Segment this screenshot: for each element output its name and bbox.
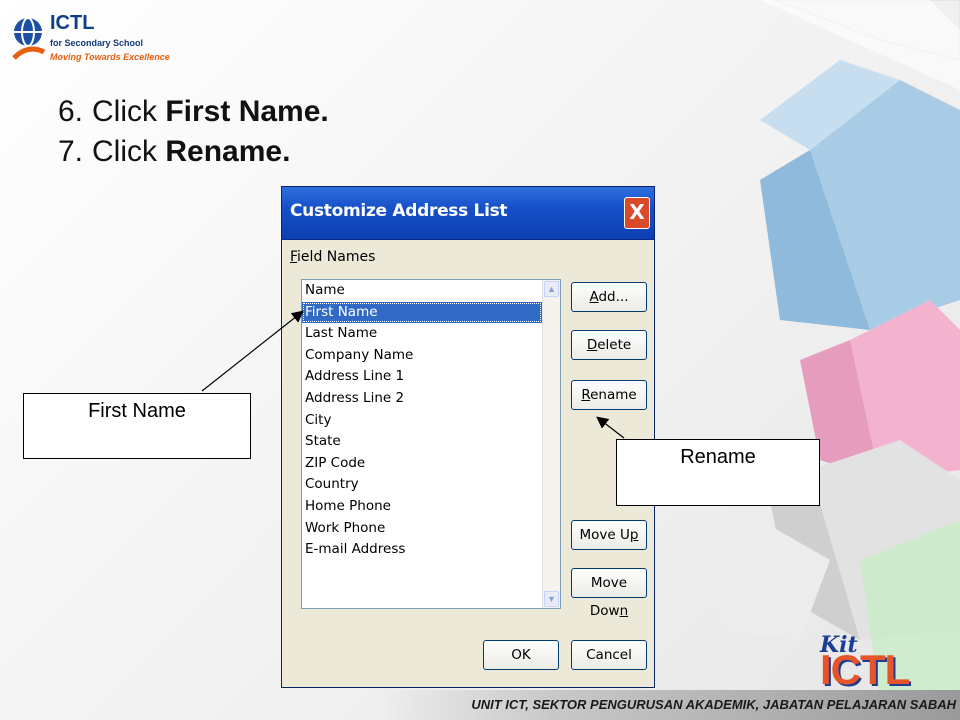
list-item[interactable]: Address Line 1: [302, 366, 542, 388]
step-prefix: Click: [92, 95, 166, 128]
logo-subtitle: for Secondary School: [50, 38, 144, 48]
scroll-up-button[interactable]: ▲: [544, 281, 559, 297]
list-item[interactable]: Address Line 2: [302, 388, 542, 410]
step-number: 7.: [58, 135, 84, 168]
first-name-callout: First Name: [23, 393, 251, 459]
kit-ictl-logo: Kit ICTL: [820, 632, 940, 693]
step-6: 6. Click First Name.: [58, 92, 329, 132]
move-down-button[interactable]: Move Down: [571, 568, 647, 619]
add-rest: dd...: [598, 289, 629, 305]
step-7: 7. Click Rename.: [58, 132, 329, 172]
list-item[interactable]: Name: [302, 280, 542, 302]
list-item[interactable]: Home Phone: [302, 496, 542, 518]
dialog-title: Customize Address List: [290, 201, 508, 221]
step-number: 6.: [58, 95, 84, 128]
instruction-steps: 6. Click First Name. 7. Click Rename.: [58, 92, 329, 172]
move-up-button[interactable]: Move Up: [571, 520, 647, 550]
list-item[interactable]: State: [302, 431, 542, 453]
rename-accel: R: [581, 387, 591, 403]
field-names-list: Name First Name Last Name Company Name Addre…: [302, 280, 542, 608]
ictl-word: ICTL: [820, 646, 910, 693]
list-item[interactable]: Work Phone: [302, 518, 542, 540]
list-item[interactable]: E-mail Address: [302, 539, 542, 561]
field-names-listbox[interactable]: Name First Name Last Name Company Name Addre…: [301, 279, 561, 609]
step-prefix: Click: [92, 135, 166, 168]
ictl-logo: ICTL for Secondary School Moving Towards…: [10, 10, 170, 80]
list-item[interactable]: Company Name: [302, 345, 542, 367]
list-item[interactable]: First Name: [302, 301, 542, 324]
move-up-pre: Move U: [579, 527, 630, 543]
field-names-label: Field Names: [290, 249, 375, 265]
list-item[interactable]: Country: [302, 474, 542, 496]
delete-accel: D: [586, 337, 598, 353]
move-up-accel: p: [629, 527, 639, 543]
vertical-scrollbar[interactable]: ▲ ▼: [542, 280, 560, 608]
rename-button[interactable]: Rename: [571, 380, 647, 410]
list-item[interactable]: Last Name: [302, 323, 542, 345]
close-button[interactable]: X: [624, 197, 650, 229]
ok-button[interactable]: OK: [483, 640, 559, 670]
footer-text: UNIT ICT, SEKTOR PENGURUSAN AKADEMIK, JA…: [471, 697, 956, 712]
list-item[interactable]: ZIP Code: [302, 453, 542, 475]
logo-title: ICTL: [50, 12, 95, 34]
cancel-button[interactable]: Cancel: [571, 640, 647, 670]
rename-rest: ename: [590, 387, 637, 403]
move-down-accel: n: [619, 603, 629, 619]
add-button[interactable]: Add...: [571, 282, 647, 312]
logo-tagline: Moving Towards Excellence: [50, 52, 170, 62]
list-item[interactable]: City: [302, 410, 542, 432]
field-names-accel: F: [290, 249, 298, 265]
rename-callout: Rename: [616, 439, 820, 506]
field-names-rest: ield Names: [297, 249, 376, 265]
customize-address-list-dialog: Customize Address List X Field Names Nam…: [281, 186, 655, 688]
delete-button[interactable]: Delete: [571, 330, 647, 360]
step-emphasis: Rename.: [165, 135, 291, 168]
dialog-titlebar[interactable]: Customize Address List X: [282, 187, 654, 240]
delete-rest: elete: [597, 337, 632, 353]
globe-icon: [12, 17, 46, 60]
scroll-down-button[interactable]: ▼: [544, 591, 559, 607]
step-emphasis: First Name.: [165, 95, 329, 128]
